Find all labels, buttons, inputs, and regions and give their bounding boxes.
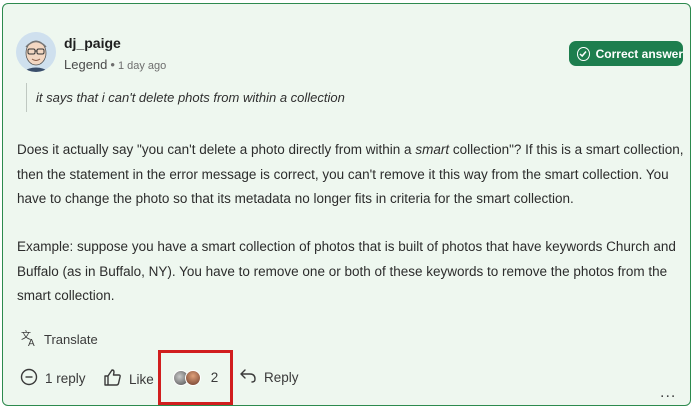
author-rank: Legend [64, 57, 108, 72]
thumbs-up-icon [103, 368, 122, 390]
minus-circle-icon [20, 368, 38, 389]
para1-emphasis: smart [415, 142, 450, 157]
like-label: Like [129, 371, 154, 387]
svg-text:A: A [28, 338, 35, 347]
para1-before: Does it actually say "you can't delete a… [17, 142, 416, 157]
reply-arrow-icon [239, 368, 257, 387]
translate-icon: 文 A [20, 329, 38, 350]
translate-button[interactable]: 文 A Translate [20, 329, 98, 350]
check-circle-icon [577, 46, 590, 61]
author-meta: Legend • 1 day ago [64, 57, 166, 72]
like-button[interactable]: Like [103, 368, 154, 390]
quoted-text: it says that i can't delete phots from w… [26, 83, 345, 112]
liker-avatar [184, 369, 201, 386]
reply-button[interactable]: Reply [239, 368, 299, 387]
liker-avatars [172, 369, 201, 386]
meta-separator: • [110, 57, 115, 72]
answer-paragraph-1: Does it actually say "you can't delete a… [17, 138, 687, 212]
reply-count-label: 1 reply [45, 371, 86, 386]
badge-label: Correct answer [595, 46, 683, 61]
more-options-icon[interactable]: ... [660, 384, 676, 402]
translate-label: Translate [44, 332, 98, 347]
author-name[interactable]: dj_paige [64, 35, 121, 51]
likers-button[interactable]: 2 [158, 350, 233, 405]
avatar[interactable] [16, 32, 56, 72]
likes-count: 2 [210, 370, 219, 385]
action-bar: 1 reply Like 2 Reply [3, 350, 690, 405]
accepted-answer-card: dj_paige Legend • 1 day ago Correct answer… [2, 3, 691, 406]
answer-paragraph-2: Example: suppose you have a smart collec… [17, 239, 676, 303]
replies-button[interactable]: 1 reply [20, 368, 86, 389]
correct-answer-badge: Correct answer [569, 41, 683, 66]
post-time: 1 day ago [117, 60, 167, 72]
reply-label: Reply [264, 370, 299, 385]
